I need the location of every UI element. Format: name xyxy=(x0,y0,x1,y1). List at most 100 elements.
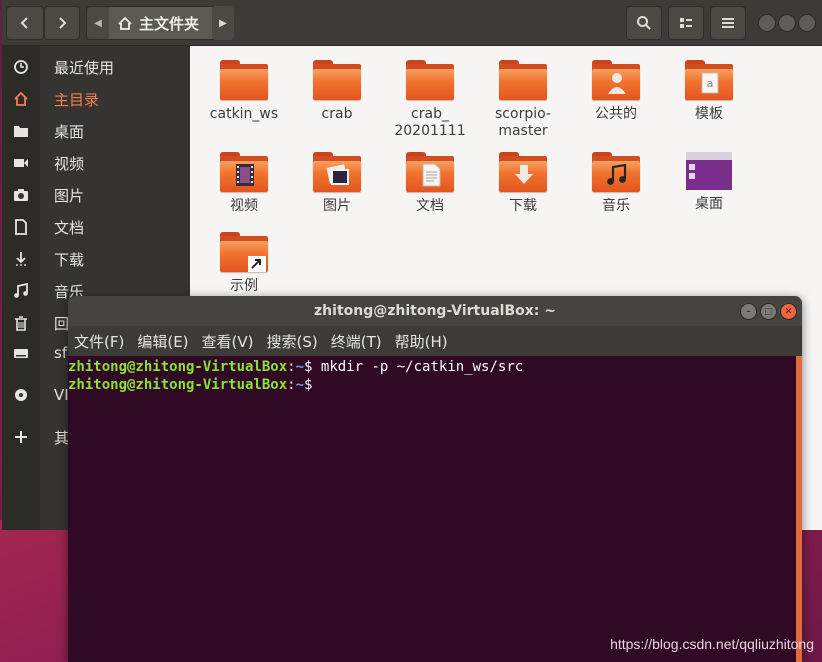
music-note-icon xyxy=(607,163,627,185)
sidebar-item-label: 回 xyxy=(54,314,70,333)
menu-search[interactable]: 搜索(S) xyxy=(267,331,318,352)
prompt-user: zhitong@zhitong-VirtualBox xyxy=(68,377,288,393)
menu-edit[interactable]: 编辑(E) xyxy=(137,331,188,352)
back-button[interactable] xyxy=(6,6,44,40)
sidebar-item-recent[interactable]: 最近使用 xyxy=(2,52,190,82)
terminal-output[interactable]: zhitong@zhitong-VirtualBox:~$ mkdir -p ~… xyxy=(68,356,802,662)
sidebar-item-desktop[interactable]: 桌面 xyxy=(2,116,190,146)
prompt-user: zhitong@zhitong-VirtualBox xyxy=(68,359,288,375)
terminal-titlebar[interactable]: zhitong@zhitong-VirtualBox: ~ – □ ✕ xyxy=(68,296,802,326)
chevron-right-icon xyxy=(59,17,67,29)
menu-button[interactable] xyxy=(710,6,746,40)
plus-icon xyxy=(15,431,27,443)
terminal-minimize-button[interactable]: – xyxy=(740,303,757,320)
list-view-icon xyxy=(680,18,692,28)
folder-icon xyxy=(14,126,28,137)
disc-icon xyxy=(15,389,27,401)
folder-item-catkin-ws[interactable]: catkin_ws xyxy=(198,46,290,123)
header-bar: ◀ 主文件夹 ▶ xyxy=(2,0,822,46)
folder-label: 视频 xyxy=(230,198,258,214)
examples-folder-icon xyxy=(220,232,268,272)
search-icon xyxy=(637,16,651,30)
terminal-maximize-button[interactable]: □ xyxy=(760,303,777,320)
document-icon xyxy=(15,219,27,235)
folder-label: crab_ 20201111 xyxy=(394,106,466,139)
terminal-line: zhitong@zhitong-VirtualBox:~$ xyxy=(68,376,802,394)
sidebar-item-documents[interactable]: 文档 xyxy=(2,212,190,242)
sidebar-item-label: VI xyxy=(54,386,69,404)
menu-terminal[interactable]: 终端(T) xyxy=(331,331,382,352)
sidebar-item-pictures[interactable]: 图片 xyxy=(2,180,190,210)
maximize-button[interactable] xyxy=(778,14,796,32)
terminal-close-button[interactable]: ✕ xyxy=(780,303,797,320)
sidebar-item-label: 视频 xyxy=(54,154,85,173)
home-icon xyxy=(14,91,28,106)
desktop-icon xyxy=(686,152,732,190)
terminal-line: zhitong@zhitong-VirtualBox:~$ mkdir -p ~… xyxy=(68,358,802,376)
folder-item-videos[interactable]: 视频 xyxy=(198,138,290,215)
folder-icon xyxy=(406,60,454,100)
folder-item-music[interactable]: 音乐 xyxy=(570,138,662,215)
sidebar-item-label: 主目录 xyxy=(54,90,100,109)
folder-item-public[interactable]: 公共的 xyxy=(570,46,662,123)
command-text xyxy=(312,377,320,393)
pathbar-right-arrow[interactable]: ▶ xyxy=(212,6,234,40)
download-arrow-icon xyxy=(515,165,533,184)
minimize-button[interactable] xyxy=(758,14,776,32)
folder-label: catkin_ws xyxy=(209,106,279,122)
folder-item-crab[interactable]: crab xyxy=(291,46,383,123)
film-icon xyxy=(236,164,254,186)
svg-text:a: a xyxy=(707,77,714,90)
sidebar-item-label: 图片 xyxy=(54,186,85,205)
search-button[interactable] xyxy=(626,6,662,40)
prompt-colon: : xyxy=(287,359,296,375)
sidebar-item-videos[interactable]: 视频 xyxy=(2,148,190,178)
menu-view[interactable]: 查看(V) xyxy=(202,331,254,352)
home-icon xyxy=(118,16,132,30)
folder-item-examples[interactable]: 示例 xyxy=(198,218,290,295)
hamburger-icon xyxy=(722,18,734,28)
prompt-path: ~ xyxy=(295,359,305,375)
sidebar-item-label: 桌面 xyxy=(54,122,85,141)
sidebar-item-label: 文档 xyxy=(54,218,85,237)
folder-label: 示例 xyxy=(230,278,258,294)
music-folder-icon xyxy=(592,152,640,192)
download-icon xyxy=(16,252,26,266)
folder-icon xyxy=(499,60,547,100)
folder-item-crab-20201111[interactable]: crab_ 20201111 xyxy=(384,46,476,140)
folder-item-downloads[interactable]: 下载 xyxy=(477,138,569,215)
menu-help[interactable]: 帮助(H) xyxy=(395,331,448,352)
folder-item-documents[interactable]: 文档 xyxy=(384,138,476,215)
folder-item-desktop[interactable]: 桌面 xyxy=(663,138,755,213)
pathbar-label: 主文件夹 xyxy=(139,14,200,33)
close-button[interactable] xyxy=(798,14,816,32)
folder-icon xyxy=(220,60,268,100)
watermark: https://blog.csdn.net/qqliuzhitong xyxy=(610,636,814,652)
prompt-path: ~ xyxy=(295,377,305,393)
symlink-icon xyxy=(248,256,266,272)
pathbar-left-arrow[interactable]: ◀ xyxy=(87,7,109,39)
folder-item-scorpio-master[interactable]: scorpio- master xyxy=(477,46,569,140)
folder-icon xyxy=(313,60,361,100)
command-text: mkdir -p ~/catkin_ws/src xyxy=(312,359,524,375)
terminal-scrollbar[interactable] xyxy=(796,356,802,662)
doc-icon xyxy=(422,163,441,187)
folder-label: 图片 xyxy=(323,198,351,214)
menu-file[interactable]: 文件(F) xyxy=(74,331,124,352)
maximize-icon: □ xyxy=(764,306,773,317)
close-icon: ✕ xyxy=(784,306,793,317)
sidebar-item-home[interactable]: 主目录 xyxy=(2,84,190,114)
sidebar-item-label: 最近使用 xyxy=(54,58,115,77)
chevron-left-icon xyxy=(20,17,28,29)
folder-item-templates[interactable]: a 模板 xyxy=(663,46,755,123)
sidebar-item-downloads[interactable]: 下载 xyxy=(2,244,190,274)
folder-label: 公共的 xyxy=(595,106,637,122)
music-icon xyxy=(14,283,28,298)
person-icon xyxy=(608,73,626,94)
clock-icon xyxy=(14,60,28,74)
documents-folder-icon xyxy=(406,152,454,192)
view-toggle-button[interactable] xyxy=(668,6,704,40)
camera-icon xyxy=(14,189,28,201)
forward-button[interactable] xyxy=(44,6,80,40)
folder-item-pictures[interactable]: 图片 xyxy=(291,138,383,215)
